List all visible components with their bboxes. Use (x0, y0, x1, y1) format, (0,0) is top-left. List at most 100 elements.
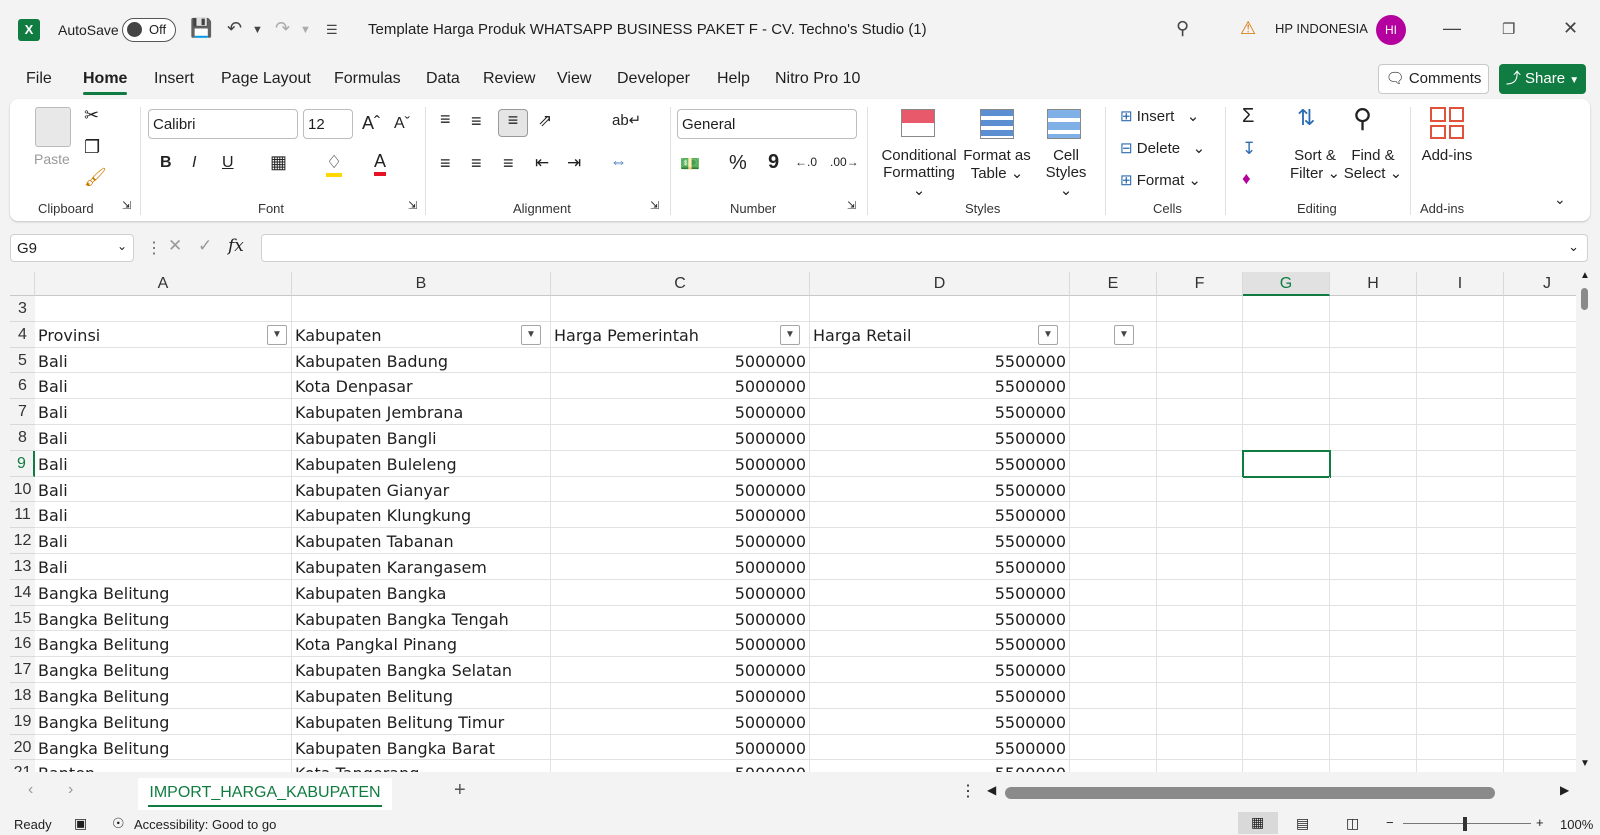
tab-view[interactable]: View (557, 70, 591, 88)
tab-insert[interactable]: Insert (154, 70, 194, 88)
table-cell[interactable]: Kabupaten Gianyar (292, 476, 551, 503)
filter-dropdown-icon[interactable]: ▼ (267, 324, 287, 345)
table-cell[interactable] (1157, 425, 1243, 451)
clear-icon[interactable]: ♦ (1242, 169, 1251, 189)
row-header[interactable]: 21 (10, 760, 35, 772)
row-header[interactable]: 19 (10, 708, 35, 735)
filter-dropdown-icon[interactable]: ▼ (1114, 324, 1134, 345)
table-cell[interactable]: Kota Tangerang (292, 760, 551, 772)
scroll-thumb[interactable] (1581, 288, 1588, 310)
table-cell[interactable]: Kabupaten Belitung Timur (292, 708, 551, 735)
table-cell[interactable] (1157, 528, 1243, 554)
format-as-table-button[interactable]: Format as Table ⌄ (960, 147, 1034, 182)
table-cell[interactable] (1330, 296, 1417, 322)
next-sheet-icon[interactable]: › (68, 781, 73, 799)
decrease-decimal-icon[interactable]: .00→ (830, 155, 859, 169)
column-header-g[interactable]: G (1243, 272, 1330, 296)
table-cell[interactable] (1070, 425, 1157, 451)
table-cell[interactable] (1417, 476, 1504, 503)
row-header[interactable]: 4 (10, 321, 35, 348)
table-cell[interactable] (1330, 683, 1417, 709)
merge-center-icon[interactable]: ⇔ (610, 152, 627, 172)
table-cell[interactable] (1157, 657, 1243, 683)
copy-icon[interactable]: ❐ (84, 137, 100, 158)
customize-toolbar-icon[interactable]: ☰ (326, 22, 338, 38)
table-cell[interactable] (1504, 606, 1576, 632)
bold-button[interactable]: B (160, 154, 172, 172)
table-cell[interactable] (810, 296, 1070, 322)
table-cell[interactable] (1417, 347, 1504, 374)
table-cell[interactable] (1417, 683, 1504, 709)
table-cell[interactable]: 5000000 (551, 605, 810, 632)
table-cell[interactable]: 5000000 (551, 373, 810, 400)
row-header[interactable]: 12 (10, 528, 35, 554)
table-cell[interactable] (1504, 502, 1576, 529)
column-header-b[interactable]: B (292, 272, 551, 296)
name-box[interactable]: G9 ⌄ (10, 234, 134, 262)
table-cell[interactable]: 5000000 (551, 760, 810, 772)
select-all-corner[interactable] (10, 272, 35, 296)
table-cell[interactable]: Bangka Belitung (35, 631, 292, 658)
sort-filter-button[interactable]: Sort & Filter ⌄ (1285, 147, 1345, 182)
table-cell[interactable] (1243, 425, 1330, 451)
row-header[interactable]: 11 (10, 502, 35, 529)
table-cell[interactable] (1504, 760, 1576, 772)
table-header-cell[interactable]: Harga Pemerintah (551, 321, 810, 348)
scroll-left-icon[interactable]: ◀ (987, 783, 996, 797)
table-cell[interactable] (1243, 476, 1330, 503)
row-header[interactable]: 9 (10, 450, 35, 477)
column-header-i[interactable]: I (1417, 272, 1504, 296)
document-title[interactable]: Template Harga Produk WHATSAPP BUSINESS … (368, 21, 927, 38)
save-icon[interactable]: 💾 (190, 18, 212, 39)
table-cell[interactable]: 5500000 (810, 579, 1070, 606)
cancel-entry-icon[interactable]: ✕ (168, 236, 182, 256)
table-cell[interactable]: 5500000 (810, 373, 1070, 400)
table-cell[interactable] (1330, 579, 1417, 606)
table-cell[interactable]: Kabupaten Buleleng (292, 450, 551, 477)
table-cell[interactable] (1504, 580, 1576, 606)
row-header[interactable]: 13 (10, 554, 35, 580)
table-cell[interactable] (1157, 554, 1243, 580)
close-icon[interactable]: ✕ (1563, 18, 1578, 39)
sort-filter-icon[interactable]: ⇅ (1297, 105, 1315, 131)
sheet-options-icon[interactable]: ⋮ (960, 781, 976, 801)
table-cell[interactable] (1243, 347, 1330, 374)
table-cell[interactable]: Bali (35, 554, 292, 580)
table-cell[interactable]: 5500000 (810, 347, 1070, 374)
increase-font-icon[interactable]: Aˆ (362, 113, 380, 134)
table-cell[interactable] (1330, 321, 1417, 348)
increase-decimal-icon[interactable]: ←.0 (795, 155, 817, 169)
table-cell[interactable] (1417, 579, 1504, 606)
table-cell[interactable]: 5000000 (551, 502, 810, 529)
table-cell[interactable]: Kabupaten Bangka (292, 579, 551, 606)
conditional-formatting-button[interactable]: Conditional Formatting ⌄ (878, 147, 960, 199)
table-cell[interactable] (1157, 296, 1243, 322)
table-cell[interactable]: 5000000 (551, 347, 810, 374)
filter-dropdown-icon[interactable]: ▼ (1038, 324, 1058, 345)
decrease-indent-icon[interactable]: ⇤ (535, 153, 549, 173)
row-header[interactable]: 15 (10, 605, 35, 632)
table-cell[interactable] (1243, 734, 1330, 761)
row-header[interactable]: 6 (10, 373, 35, 400)
table-cell[interactable] (1330, 450, 1417, 477)
table-cell[interactable]: 5500000 (810, 450, 1070, 477)
table-cell[interactable]: Bali (35, 347, 292, 374)
accessibility-status[interactable]: Accessibility: Good to go (134, 817, 276, 832)
table-cell[interactable] (1070, 528, 1157, 554)
column-header-d[interactable]: D (810, 272, 1070, 296)
table-cell[interactable] (1157, 476, 1243, 503)
worksheet-grid[interactable]: A B C D E F G H I J 3 4 Provinsi Kabupaten Harga Pemer… (10, 272, 1576, 772)
font-launcher-icon[interactable]: ⇲ (408, 199, 417, 212)
table-cell[interactable]: Bali (35, 476, 292, 503)
comma-style-button[interactable]: 9 (768, 151, 779, 174)
avatar[interactable]: HI (1376, 15, 1406, 45)
table-cell[interactable] (1070, 476, 1157, 503)
table-cell[interactable] (1417, 760, 1504, 772)
table-cell[interactable] (1330, 734, 1417, 761)
table-cell[interactable]: 5500000 (810, 683, 1070, 709)
undo-icon[interactable]: ↶ (227, 18, 242, 39)
row-header[interactable]: 3 (10, 296, 35, 322)
title-dropdown-icon[interactable]: ⌄ (896, 23, 906, 37)
find-select-button[interactable]: Find & Select ⌄ (1343, 147, 1403, 182)
table-cell[interactable]: 5000000 (551, 734, 810, 761)
